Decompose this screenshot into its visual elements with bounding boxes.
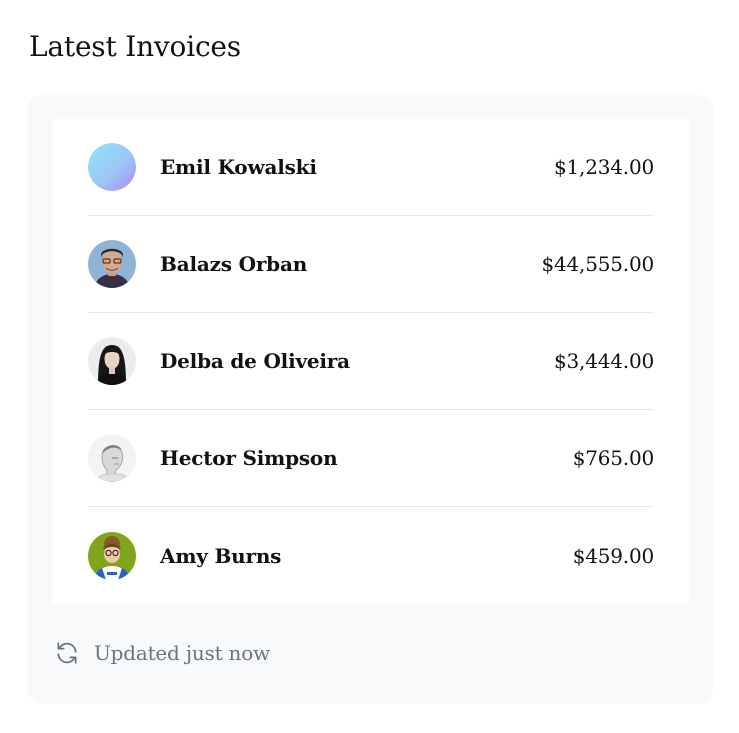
customer-name: Emil Kowalski [160,155,317,179]
refresh-icon [54,640,80,666]
update-status: Updated just now [54,640,270,666]
page-title: Latest Invoices [29,30,241,63]
invoice-list: Emil Kowalski $1,234.00 Balazs Orban $44… [88,119,654,604]
invoices-card: Emil Kowalski $1,234.00 Balazs Orban $44… [28,95,713,704]
update-status-text: Updated just now [94,641,270,665]
invoice-row: Amy Burns $459.00 [88,507,654,604]
avatar [88,143,136,191]
invoice-amount: $44,555.00 [541,252,654,276]
invoice-row: Balazs Orban $44,555.00 [88,216,654,313]
customer-name: Hector Simpson [160,446,338,470]
avatar [88,531,136,580]
avatar [88,337,136,385]
invoice-amount: $459.00 [572,543,655,568]
invoice-amount: $765.00 [572,446,655,470]
avatar [88,434,136,482]
invoice-row: Hector Simpson $765.00 [88,410,654,507]
customer-name: Amy Burns [160,543,282,568]
invoice-amount: $3,444.00 [554,349,654,373]
customer-name: Balazs Orban [160,252,308,276]
invoice-row: Delba de Oliveira $3,444.00 [88,313,654,410]
customer-name: Delba de Oliveira [160,349,350,373]
avatar [88,240,136,288]
invoice-amount: $1,234.00 [554,155,654,179]
invoice-row: Emil Kowalski $1,234.00 [88,119,654,216]
invoices-panel: Emil Kowalski $1,234.00 Balazs Orban $44… [52,119,689,603]
